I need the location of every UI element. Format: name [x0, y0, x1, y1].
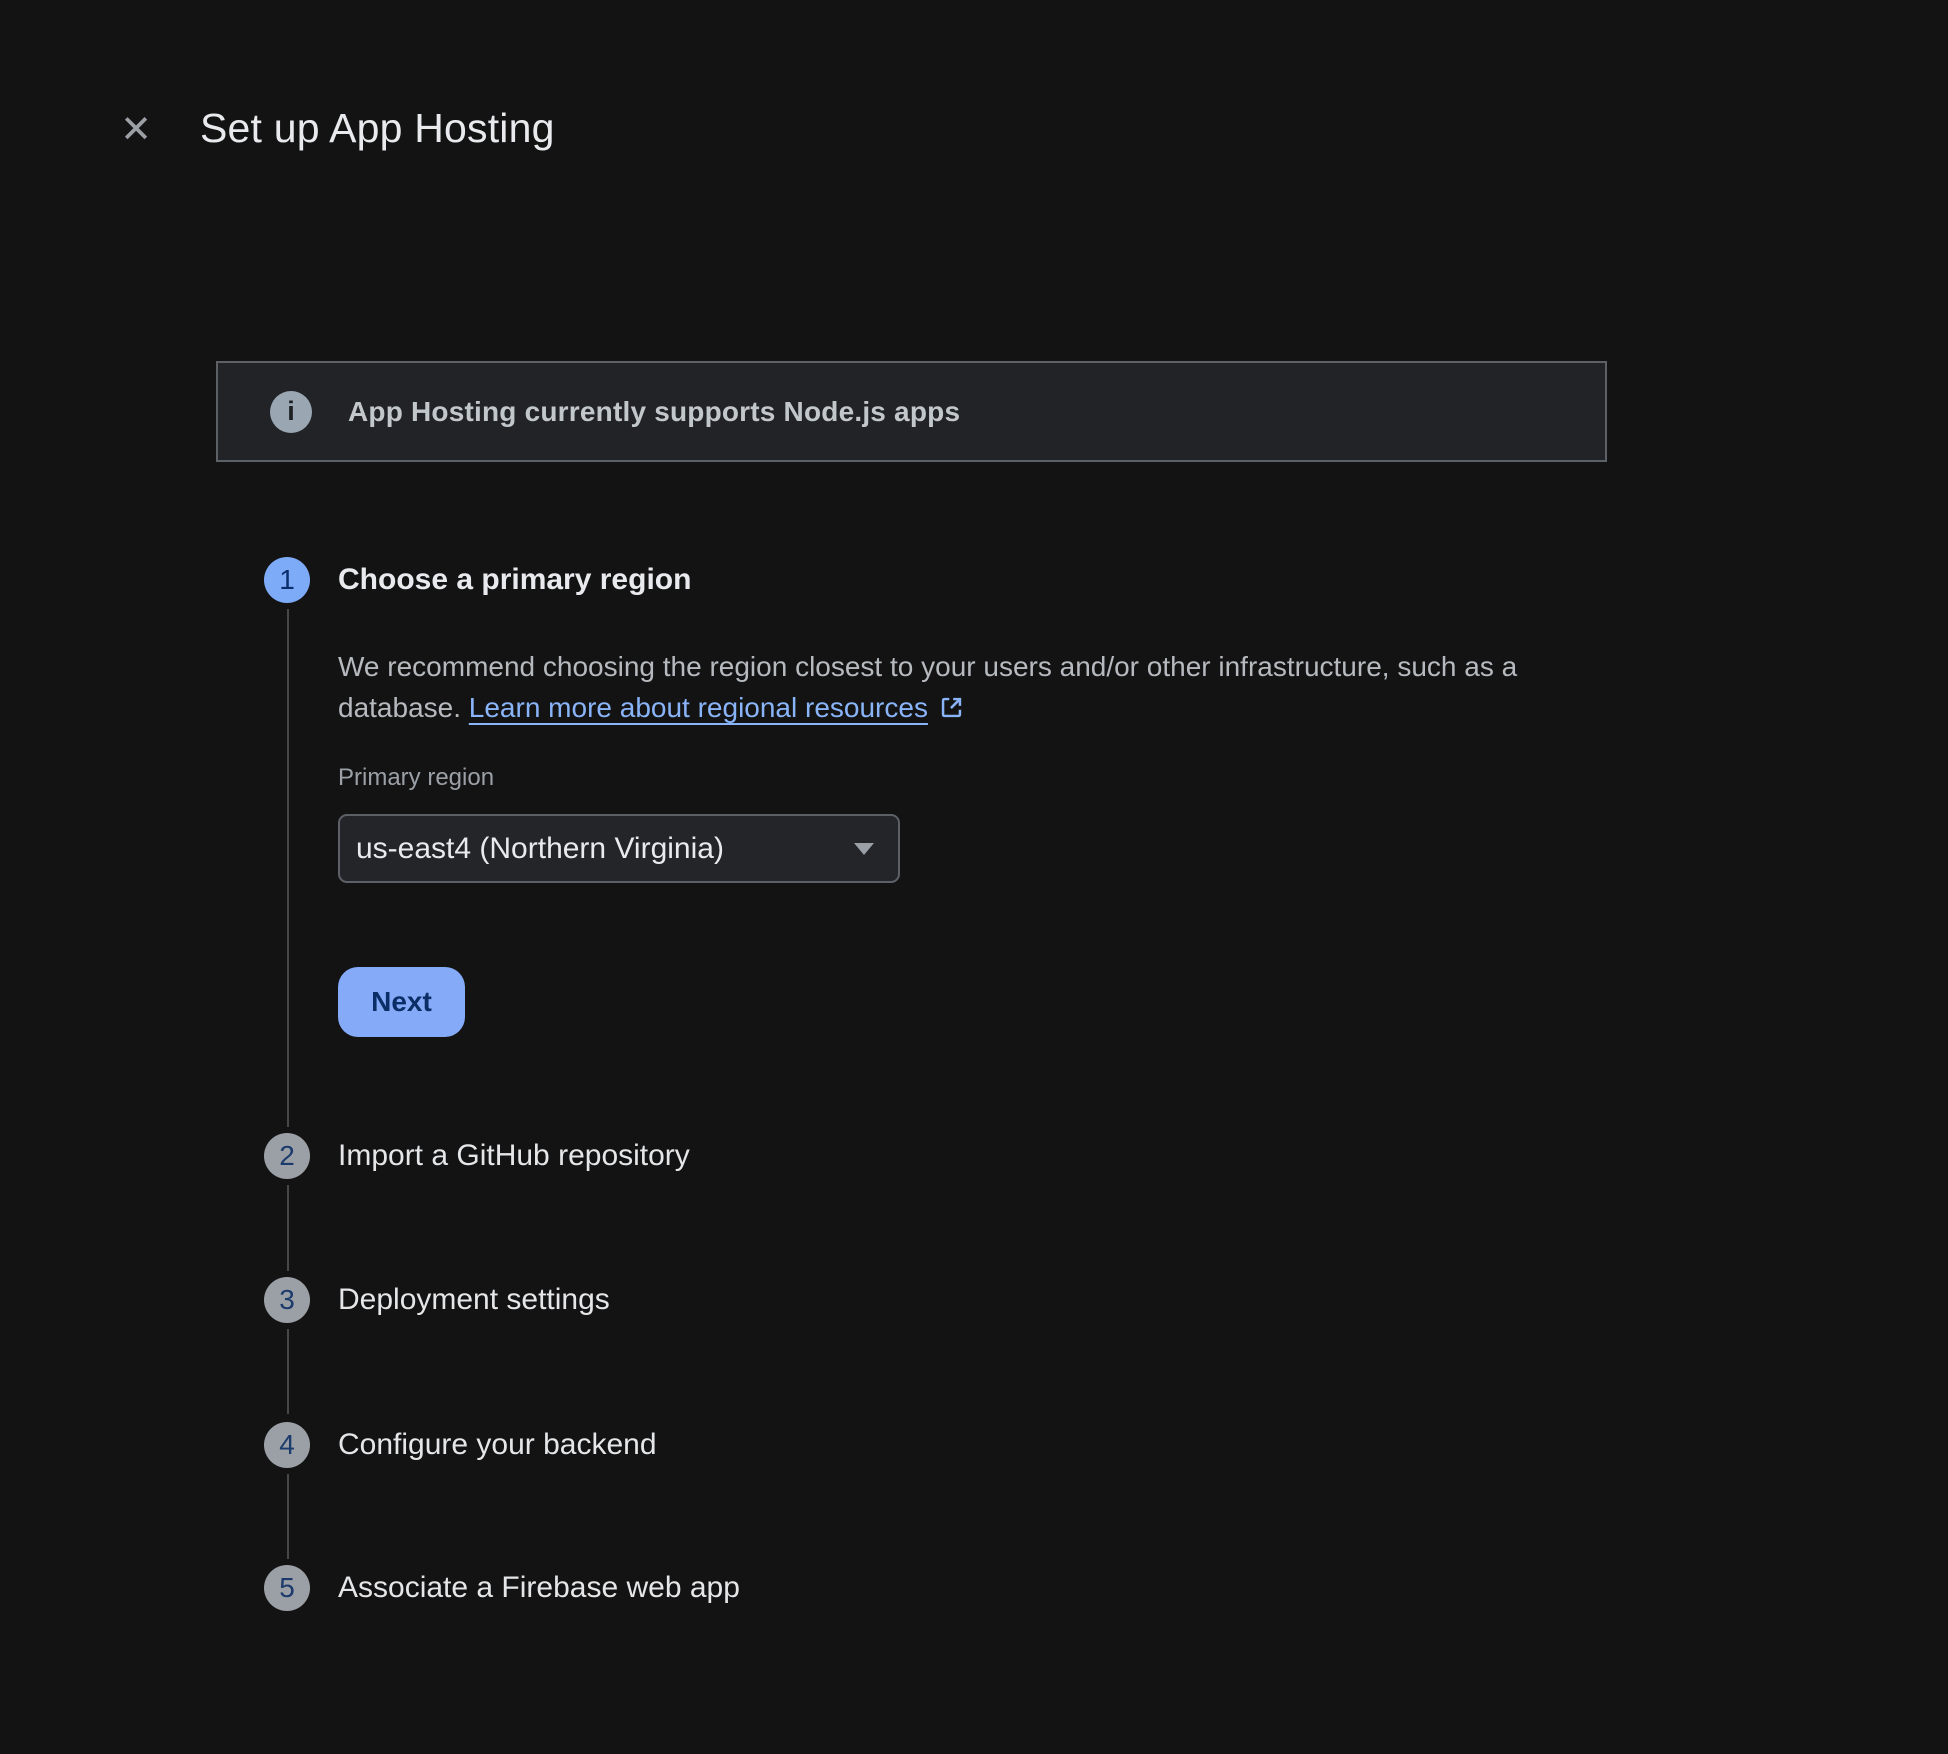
step-title-associate-web-app: Associate a Firebase web app — [338, 1565, 740, 1611]
step-number: 2 — [279, 1140, 295, 1172]
step-connector — [287, 1474, 289, 1559]
step-connector — [287, 1329, 289, 1414]
setup-app-hosting-dialog: ✕ Set up App Hosting i App Hosting curre… — [0, 0, 1948, 1754]
primary-region-value: us-east4 (Northern Virginia) — [356, 832, 724, 866]
step-title-configure-backend: Configure your backend — [338, 1422, 657, 1468]
step-indicator-4: 4 — [264, 1422, 310, 1468]
learn-more-link-text: Learn more about regional resources — [469, 692, 928, 723]
step-title-choose-region: Choose a primary region — [338, 557, 691, 603]
step-number: 3 — [279, 1284, 295, 1316]
step-indicator-5: 5 — [264, 1565, 310, 1611]
description-line1: We recommend choosing the region closest… — [338, 646, 1568, 687]
step-indicator-3: 3 — [264, 1277, 310, 1323]
learn-more-link[interactable]: Learn more about regional resources — [469, 692, 965, 723]
page-title: Set up App Hosting — [200, 100, 555, 156]
primary-region-label: Primary region — [338, 764, 494, 792]
step-indicator-2: 2 — [264, 1133, 310, 1179]
next-button[interactable]: Next — [338, 967, 465, 1037]
banner-text: App Hosting currently supports Node.js a… — [348, 396, 960, 428]
step-number: 4 — [279, 1429, 295, 1461]
dropdown-arrow-icon — [854, 843, 874, 855]
description-line2: database. — [338, 692, 469, 723]
info-icon: i — [270, 391, 312, 433]
close-icon: ✕ — [120, 109, 152, 151]
step-connector — [287, 1185, 289, 1271]
step-connector — [287, 609, 289, 1127]
info-banner: i App Hosting currently supports Node.js… — [216, 361, 1607, 462]
close-button[interactable]: ✕ — [108, 102, 164, 158]
step-title-import-github: Import a GitHub repository — [338, 1133, 690, 1179]
step-title-deployment-settings: Deployment settings — [338, 1277, 610, 1323]
step1-description: We recommend choosing the region closest… — [338, 646, 1568, 728]
external-link-icon — [938, 694, 965, 721]
primary-region-select[interactable]: us-east4 (Northern Virginia) — [338, 814, 900, 883]
step-number: 1 — [279, 564, 295, 596]
step-number: 5 — [279, 1572, 295, 1604]
step-indicator-1: 1 — [264, 557, 310, 603]
